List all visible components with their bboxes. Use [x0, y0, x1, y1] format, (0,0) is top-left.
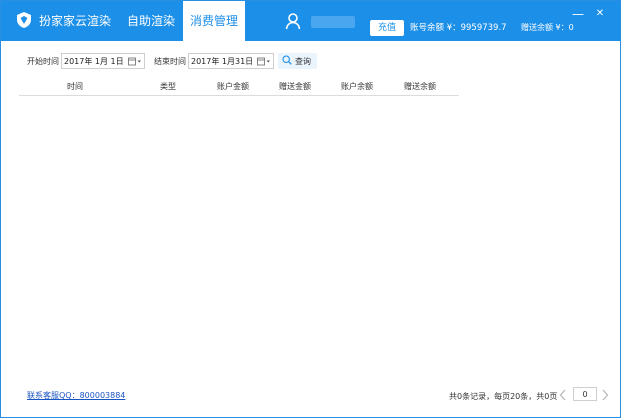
shield-logo-icon: [15, 11, 33, 29]
calendar-icon[interactable]: [257, 57, 271, 66]
page-number-input[interactable]: [573, 387, 597, 401]
contact-support-link[interactable]: 联系客服QQ：800003884: [27, 390, 125, 401]
tab-consumption-management[interactable]: 消费管理: [183, 1, 245, 43]
column-header-account-balance: 账户余额: [341, 82, 373, 91]
gift-balance: 赠送余额 ¥：0: [521, 23, 574, 32]
query-label: 查询: [295, 56, 311, 66]
user-icon[interactable]: [285, 12, 301, 34]
records-table-header: 时间 类型 账户金额 赠送金额 账户余额 赠送余额: [19, 77, 459, 96]
username-redacted: [311, 16, 355, 28]
start-date-picker[interactable]: 2017年 1月 1日: [61, 53, 145, 69]
chevron-right-icon[interactable]: [599, 387, 611, 401]
search-icon: [282, 55, 295, 67]
end-date-value: 2017年 1月31日: [191, 56, 254, 66]
column-header-gift-balance: 赠送余额: [404, 82, 436, 91]
query-button[interactable]: 查询: [278, 53, 317, 69]
close-button[interactable]: ✕: [591, 8, 609, 22]
pagination-info: 共0条记录，每页20条，共0页: [449, 392, 558, 401]
column-header-account-amount: 账户金额: [217, 82, 249, 91]
column-header-time: 时间: [67, 82, 83, 91]
calendar-icon[interactable]: [127, 57, 142, 66]
app-name: 扮家家云渲染: [39, 13, 112, 28]
start-date-value: 2017年 1月 1日: [64, 56, 124, 66]
column-header-type: 类型: [160, 82, 176, 91]
app-window: 扮家家云渲染 自助渲染 消费管理 充值 账号余额 ¥：9959739.7 赠送余…: [0, 0, 621, 418]
end-date-filter: 结束时间 2017年 1月31日: [154, 52, 275, 70]
column-header-gift-amount: 赠送金额: [279, 82, 311, 91]
end-date-label: 结束时间: [154, 56, 186, 66]
title-bar: 扮家家云渲染 自助渲染 消费管理 充值 账号余额 ¥：9959739.7 赠送余…: [1, 1, 620, 43]
minimize-button[interactable]: —: [569, 8, 587, 22]
end-date-picker[interactable]: 2017年 1月31日: [188, 53, 275, 69]
chevron-left-icon[interactable]: [557, 387, 569, 401]
app-logo: 扮家家云渲染: [15, 11, 111, 29]
recharge-button[interactable]: 充值: [370, 20, 404, 36]
account-balance: 账号余额 ¥：9959739.7: [410, 23, 507, 33]
start-date-filter: 开始时间 2017年 1月 1日: [27, 52, 145, 70]
tab-self-render[interactable]: 自助渲染: [121, 1, 181, 41]
start-date-label: 开始时间: [27, 56, 59, 66]
